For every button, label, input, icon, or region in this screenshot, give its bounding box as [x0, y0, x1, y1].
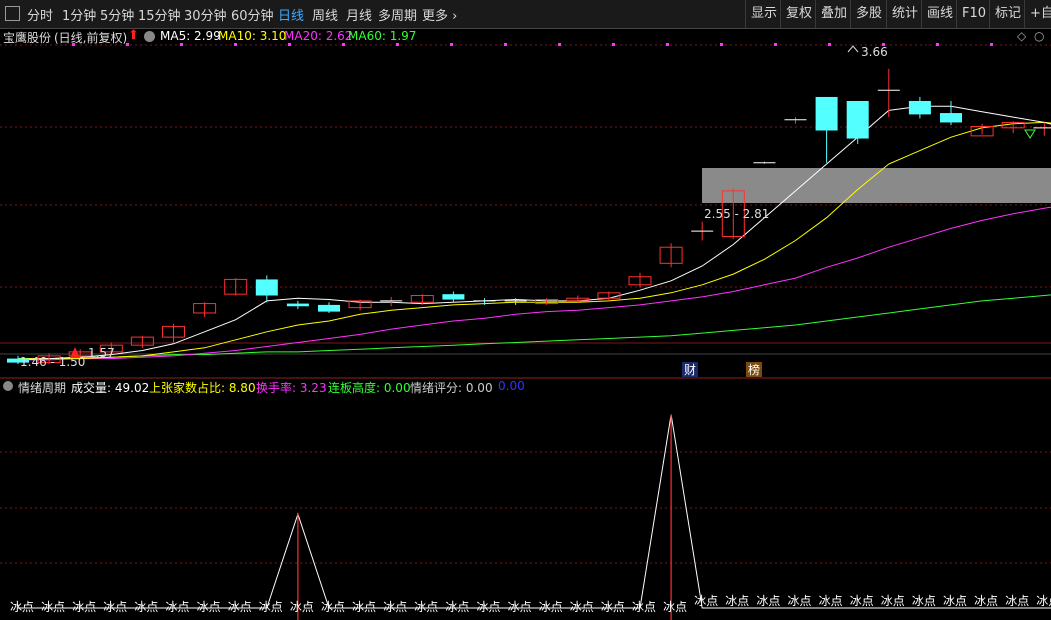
- ice-point-label: 冰点: [321, 600, 345, 614]
- emotion-line: [18, 414, 1051, 609]
- ice-point-label: 冰点: [663, 600, 687, 614]
- ice-point-label: 冰点: [974, 594, 998, 608]
- ice-point-label: 冰点: [352, 600, 376, 614]
- ice-point-label: 冰点: [756, 594, 780, 608]
- ice-point-label: 冰点: [881, 594, 905, 608]
- ice-point-label: 冰点: [694, 594, 718, 608]
- ice-point-label: 冰点: [477, 600, 501, 614]
- ice-point-label: 冰点: [601, 600, 625, 614]
- ice-point-label: 冰点: [943, 594, 967, 608]
- cai-marker: 财: [684, 363, 696, 377]
- ice-point-label: 冰点: [383, 600, 407, 614]
- ice-point-label: 冰点: [228, 600, 252, 614]
- kline-chart[interactable]: 3.662.55 - 2.811.46 - 1.501.57财 榜冰点 冰点 冰点 冰点…: [0, 0, 1051, 620]
- high-label: 3.66: [861, 45, 888, 59]
- ice-point-label: 冰点: [166, 600, 190, 614]
- indicator-name: 情绪周期: [18, 381, 67, 395]
- candle-body-down: [815, 96, 838, 131]
- limit-height-value: 连板高度: 0.00: [328, 381, 411, 395]
- bang-marker: 榜: [748, 362, 760, 377]
- low-label-2: 1.57: [88, 346, 115, 360]
- green-down-arrow-icon: [1024, 129, 1036, 139]
- signal-dot: [396, 43, 399, 46]
- ma20-line: [18, 206, 1051, 361]
- ice-point-label: 冰点: [632, 600, 656, 614]
- signal-dot: [558, 43, 561, 46]
- signal-dot: [180, 43, 183, 46]
- signal-dot: [612, 43, 615, 46]
- candle-body-down: [846, 100, 869, 139]
- collapse-icon[interactable]: [3, 381, 13, 391]
- ice-point-label: 冰点: [912, 594, 936, 608]
- signal-dot: [234, 43, 237, 46]
- ice-point-label: 冰点: [103, 600, 127, 614]
- ice-point-label: 冰点: [788, 594, 812, 608]
- candle-body-down: [908, 100, 931, 115]
- ice-point-label: 冰点: [508, 600, 532, 614]
- ice-point-label: 冰点: [197, 600, 221, 614]
- ice-point-label: 冰点: [570, 600, 594, 614]
- price-zone-box: [702, 168, 1051, 203]
- candle-body-down: [318, 304, 340, 312]
- candle-body-down: [442, 294, 465, 300]
- ice-point-label: 冰点: [290, 600, 314, 614]
- ice-point-label: 冰点: [1036, 594, 1051, 608]
- indicator-header: 情绪周期 成交量: 49.02 上张家数占比: 8.80 换手率: 3.23 连…: [0, 378, 1051, 396]
- ice-point-label: 冰点: [134, 600, 158, 614]
- candle-body-down: [286, 303, 309, 307]
- red-up-arrow-icon: [70, 347, 80, 358]
- candle-body-down: [940, 113, 962, 123]
- high-marker-icon: [847, 45, 859, 53]
- signal-dot: [342, 43, 345, 46]
- ice-point-label: 冰点: [41, 600, 65, 614]
- ice-point-label: 冰点: [1005, 594, 1029, 608]
- ice-point-label: 冰点: [10, 600, 34, 614]
- ice-point-label: 冰点: [445, 600, 469, 614]
- rise-ratio-value: 上张家数占比: 8.80: [149, 381, 256, 395]
- range-label: 2.55 - 2.81: [704, 207, 769, 221]
- signal-dot: [828, 43, 831, 46]
- ice-point-label: 冰点: [725, 594, 749, 608]
- extra-value: 0.00: [498, 379, 525, 393]
- signal-dot: [504, 43, 507, 46]
- turnover-value: 换手率: 3.23: [256, 381, 327, 395]
- signal-dot: [720, 43, 723, 46]
- candle-body-down: [255, 279, 278, 296]
- signal-dot: [774, 43, 777, 46]
- ice-point-label: 冰点: [259, 600, 283, 614]
- ice-point-label: 冰点: [819, 594, 843, 608]
- signal-dot: [288, 43, 291, 46]
- volume-value: 成交量: 49.02: [71, 381, 150, 395]
- ma10-line: [18, 121, 1051, 360]
- signal-dot: [936, 43, 939, 46]
- signal-dot: [666, 43, 669, 46]
- ice-point-label: 冰点: [850, 594, 874, 608]
- score-value: 情绪评分: 0.00: [410, 381, 493, 395]
- ice-point-label: 冰点: [539, 600, 563, 614]
- ice-point-label: 冰点: [414, 600, 438, 614]
- ice-point-label: 冰点: [72, 600, 96, 614]
- signal-dot: [990, 43, 993, 46]
- signal-dot: [450, 43, 453, 46]
- signal-dot: [72, 43, 75, 46]
- signal-dot: [126, 43, 129, 46]
- ma5-line: [17, 105, 1051, 361]
